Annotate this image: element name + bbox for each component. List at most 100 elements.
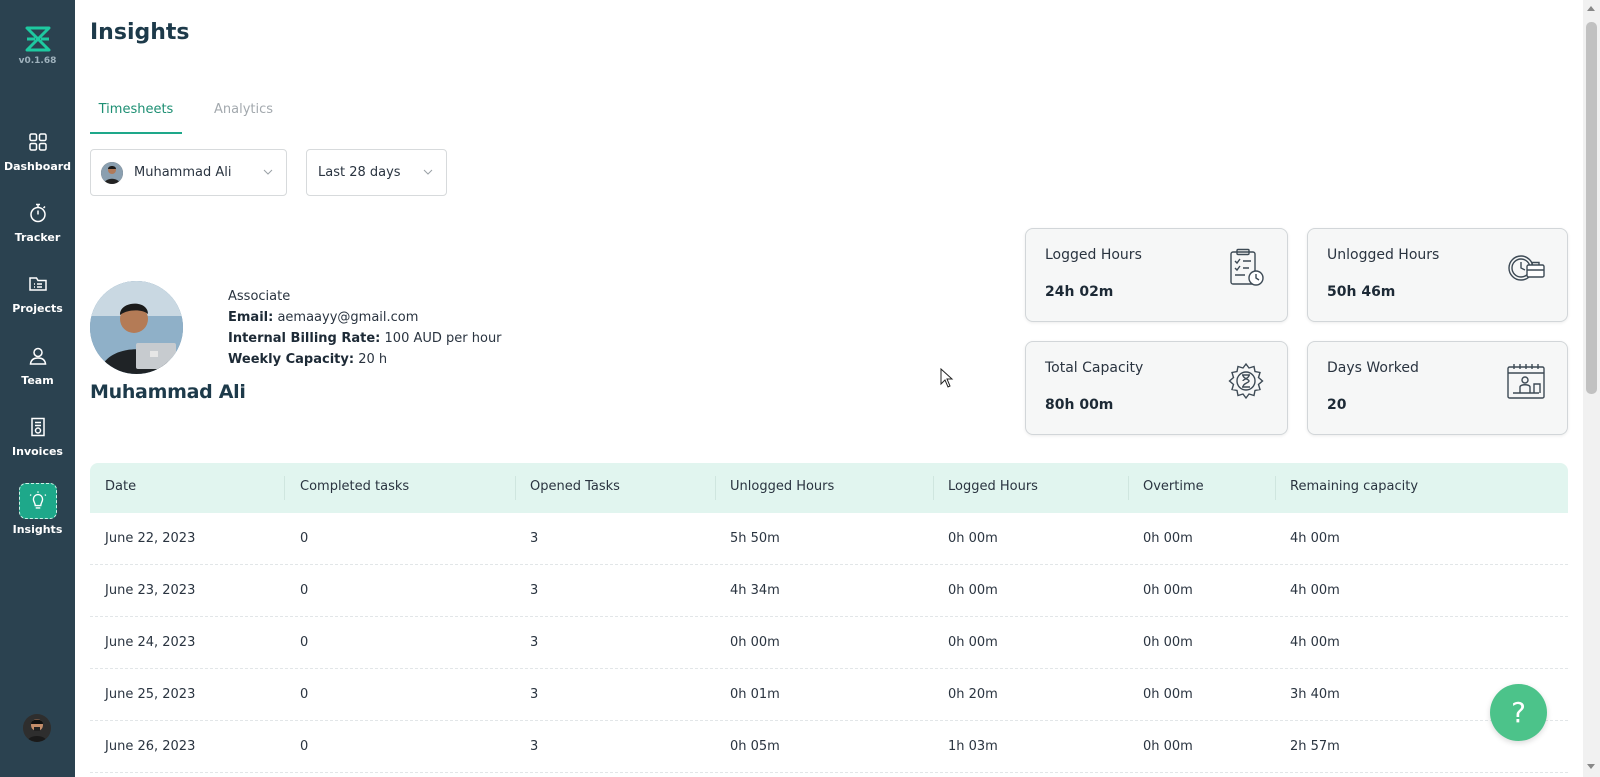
profile-billing-row: Internal Billing Rate: 100 AUD per hour — [228, 328, 502, 349]
cell-remaining: 2h 57m — [1290, 739, 1340, 754]
profile-details: Associate Email: aemaayy@gmail.com Inter… — [228, 286, 502, 370]
timesheet-table: Date Completed tasks Opened Tasks Unlogg… — [90, 463, 1568, 773]
cell-unlogged: 0h 00m — [730, 635, 780, 650]
sidebar-item-tracker[interactable]: Tracker — [0, 201, 75, 244]
cell-opened: 3 — [530, 739, 539, 754]
vertical-scrollbar[interactable] — [1583, 0, 1600, 777]
clipboard-clock-icon — [1230, 248, 1264, 286]
tab-analytics[interactable]: Analytics — [214, 98, 273, 134]
chevron-down-icon — [263, 169, 273, 175]
avatar[interactable] — [23, 714, 51, 742]
capacity-value: 20 h — [358, 352, 388, 367]
card-label: Unlogged Hours — [1327, 247, 1440, 263]
cell-date: June 22, 2023 — [105, 531, 196, 546]
sidebar-item-label: Insights — [12, 523, 63, 536]
sidebar-item-dashboard[interactable]: Dashboard — [0, 130, 75, 173]
avatar-image — [23, 714, 51, 742]
app-version: v0.1.68 — [18, 56, 57, 66]
user-select-value: Muhammad Ali — [134, 165, 232, 180]
active-indicator — [18, 483, 57, 519]
cell-logged: 0h 00m — [948, 635, 998, 650]
email-label: Email: — [228, 310, 274, 325]
logged-hours-card: Logged Hours 24h 02m — [1025, 228, 1288, 322]
date-range-value: Last 28 days — [318, 165, 401, 180]
cell-remaining: 4h 00m — [1290, 583, 1340, 598]
cell-overtime: 0h 00m — [1143, 583, 1193, 598]
user-select[interactable]: Muhammad Ali — [90, 149, 287, 196]
card-label: Total Capacity — [1045, 360, 1144, 376]
sidebar-item-team[interactable]: Team — [0, 344, 75, 387]
grid-icon — [28, 133, 47, 151]
total-capacity-card: Total Capacity 80h 00m — [1025, 341, 1288, 435]
help-button[interactable]: ? — [1490, 684, 1547, 741]
cell-date: June 24, 2023 — [105, 635, 196, 650]
cell-overtime: 0h 00m — [1143, 531, 1193, 546]
unlogged-hours-card: Unlogged Hours 50h 46m — [1307, 228, 1568, 322]
scroll-down-icon[interactable] — [1587, 764, 1595, 769]
cell-logged: 0h 20m — [948, 687, 998, 702]
sidebar-item-label: Team — [21, 374, 54, 387]
capacity-label: Weekly Capacity: — [228, 352, 355, 367]
cell-remaining: 3h 40m — [1290, 687, 1340, 702]
card-label: Logged Hours — [1045, 247, 1142, 263]
cell-opened: 3 — [530, 531, 539, 546]
cell-unlogged: 5h 50m — [730, 531, 780, 546]
days-worked-card: Days Worked 20 — [1307, 341, 1568, 435]
profile-capacity-row: Weekly Capacity: 20 h — [228, 349, 502, 370]
email-value: aemaayy@gmail.com — [277, 310, 419, 325]
cell-logged: 0h 00m — [948, 531, 998, 546]
column-header-logged[interactable]: Logged Hours — [948, 479, 1038, 494]
cell-date: June 23, 2023 — [105, 583, 196, 598]
cell-opened: 3 — [530, 635, 539, 650]
column-header-overtime[interactable]: Overtime — [1143, 479, 1204, 494]
gear-hourglass-icon — [1228, 362, 1264, 400]
card-value: 20 — [1327, 397, 1347, 413]
billing-value: 100 AUD per hour — [384, 331, 502, 346]
scrollbar-thumb[interactable] — [1586, 22, 1597, 394]
cell-overtime: 0h 00m — [1143, 635, 1193, 650]
table-row: June 26, 2023 0 3 0h 05m 1h 03m 0h 00m 2… — [90, 721, 1568, 773]
sidebar-item-label: Invoices — [12, 445, 63, 458]
user-avatar-small — [101, 161, 123, 184]
column-header-completed[interactable]: Completed tasks — [300, 479, 409, 494]
lightbulb-icon — [29, 491, 46, 509]
cell-opened: 3 — [530, 583, 539, 598]
card-value: 50h 46m — [1327, 284, 1396, 300]
scroll-up-icon[interactable] — [1587, 6, 1595, 11]
briefcase-clock-icon — [1508, 255, 1545, 281]
column-header-remaining[interactable]: Remaining capacity — [1290, 479, 1418, 494]
logo-icon — [25, 26, 50, 52]
app-window: v0.1.68 Dashboard Tracker Projects Team … — [0, 0, 1600, 777]
profile-name: Muhammad Ali — [90, 381, 246, 403]
cell-overtime: 0h 00m — [1143, 739, 1193, 754]
cell-opened: 3 — [530, 687, 539, 702]
main-content: Insights Timesheets Analytics Muhammad A… — [75, 0, 1583, 777]
cell-remaining: 4h 00m — [1290, 531, 1340, 546]
page-title: Insights — [90, 20, 190, 45]
profile-email-row: Email: aemaayy@gmail.com — [228, 307, 502, 328]
invoice-icon — [30, 417, 45, 437]
profile-photo — [90, 281, 183, 374]
date-range-select[interactable]: Last 28 days — [306, 149, 447, 196]
card-label: Days Worked — [1327, 360, 1419, 376]
user-icon — [29, 347, 46, 365]
card-value: 24h 02m — [1045, 284, 1114, 300]
billing-label: Internal Billing Rate: — [228, 331, 381, 346]
sidebar: v0.1.68 Dashboard Tracker Projects Team … — [0, 0, 75, 777]
cell-date: June 26, 2023 — [105, 739, 196, 754]
cell-remaining: 4h 00m — [1290, 635, 1340, 650]
cell-completed: 0 — [300, 687, 309, 702]
sidebar-item-invoices[interactable]: Invoices — [0, 415, 75, 458]
sidebar-item-projects[interactable]: Projects — [0, 272, 75, 315]
column-header-date[interactable]: Date — [105, 479, 136, 494]
sidebar-item-label: Dashboard — [3, 160, 72, 173]
cell-completed: 0 — [300, 531, 309, 546]
tab-timesheets[interactable]: Timesheets — [90, 98, 182, 134]
cell-date: June 25, 2023 — [105, 687, 196, 702]
folder-icon — [28, 277, 47, 291]
table-header: Date Completed tasks Opened Tasks Unlogg… — [90, 463, 1568, 513]
sidebar-item-insights[interactable]: Insights — [0, 483, 75, 536]
column-header-opened[interactable]: Opened Tasks — [530, 479, 620, 494]
column-header-unlogged[interactable]: Unlogged Hours — [730, 479, 834, 494]
brand-logo[interactable]: v0.1.68 — [0, 24, 75, 66]
